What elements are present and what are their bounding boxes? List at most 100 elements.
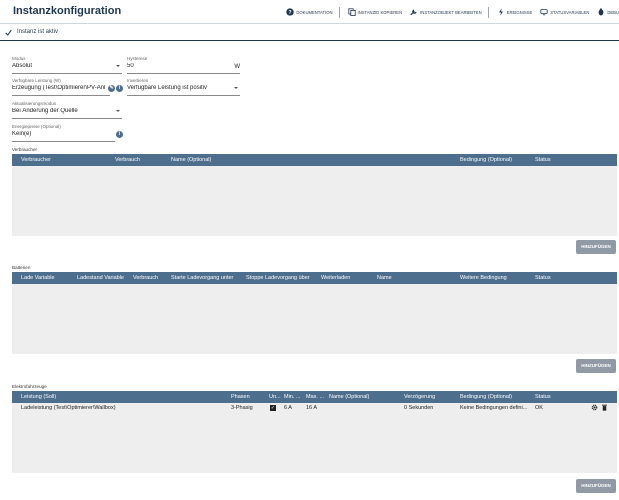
documentation-button[interactable]: ? DOKUMENTATION — [286, 8, 333, 16]
invertieren-value: Verfügbare Leistung ist positiv — [127, 85, 208, 91]
modus-label: Modus — [12, 56, 26, 61]
aktualisierungsmodus-select[interactable]: Aktualisierungsmodus Bei Änderung der Qu… — [12, 101, 122, 119]
svg-text:?: ? — [289, 10, 292, 16]
column-header[interactable]: Name (Optional) — [329, 394, 369, 400]
hysterese-value: 50 — [127, 63, 134, 69]
gear-icon[interactable] — [591, 404, 598, 411]
column-header[interactable]: Status — [535, 394, 551, 400]
info-icon[interactable]: i — [116, 85, 123, 92]
column-header[interactable]: Verzögerung — [404, 394, 435, 400]
column-header[interactable]: Status — [535, 157, 551, 163]
column-header[interactable]: Bedingung (Optional) — [460, 394, 512, 400]
row-checkbox[interactable]: ✓ — [270, 405, 276, 411]
table-row[interactable]: Ladeleistung (Test\Optimierer\Wallbox) 3… — [12, 403, 617, 415]
invertieren-select[interactable]: Invertieren Verfügbare Leistung ist posi… — [127, 78, 240, 96]
column-header[interactable]: Status — [535, 275, 551, 281]
table-header: Leistung (Soll) Phasen Un... Min. ... Ma… — [12, 391, 617, 403]
column-header[interactable]: Verbraucher — [21, 157, 51, 163]
add-batterie-button[interactable]: HINZUFÜGEN — [576, 359, 616, 373]
column-header[interactable]: Name — [377, 275, 392, 281]
events-label: EREIGNISSE — [506, 9, 533, 15]
field-underline — [127, 95, 240, 96]
edit-instance-object-button[interactable]: INSTANZOBJEKT BEARBEITEN — [410, 8, 482, 16]
column-header[interactable]: Bedingung (Optional) — [460, 157, 512, 163]
chevron-down-icon — [116, 65, 120, 67]
row-verzoegerung: 0 Sekunden — [404, 405, 434, 411]
verbraucher-section-title: Verbraucher — [12, 147, 38, 152]
copy-icon — [347, 8, 356, 16]
toolbar-divider — [338, 6, 340, 18]
toolbar: ? DOKUMENTATION INSTANZID KOPIEREN INSTA… — [278, 6, 619, 18]
debug-label: DEBU — [607, 9, 619, 15]
row-phasen: 3-Phasig — [231, 405, 253, 411]
table-header: Verbraucher Verbrauch Name (Optional) Be… — [12, 154, 617, 166]
documentation-label: DOKUMENTATION — [296, 9, 333, 15]
table-header: Lade Variable Ladestand Variable Verbrau… — [12, 272, 617, 284]
header-bar: Instanzkonfiguration ? DOKUMENTATION INS… — [0, 0, 619, 24]
column-header[interactable]: Name (Optional) — [171, 157, 211, 163]
row-leistung: Ladeleistung (Test\Optimierer\Wallbox) — [21, 405, 116, 411]
column-header[interactable]: Ladestand Variable — [77, 275, 124, 281]
page-title: Instanzkonfiguration — [13, 5, 122, 17]
column-header[interactable]: Leistung (Soll) — [21, 394, 56, 400]
column-header[interactable]: Max. ... — [306, 394, 326, 400]
field-underline — [12, 118, 122, 119]
wrench-icon — [410, 9, 417, 16]
leistung-label: Verfügbare Leistung (W) — [12, 78, 61, 83]
add-verbraucher-button[interactable]: HINZUFÜGEN — [576, 240, 616, 254]
bug-icon — [598, 8, 604, 16]
hysterese-input[interactable]: Hysterese 50 W — [127, 56, 240, 74]
debug-button[interactable]: DEBU — [597, 8, 619, 16]
column-header[interactable]: Weitere Bedingung — [460, 275, 507, 281]
add-elektrofahrzeug-button[interactable]: HINZUFÜGEN — [576, 479, 616, 493]
modus-select[interactable]: Modus Absolut — [12, 56, 122, 74]
status-variables-button[interactable]: STATUSVARIABLEN — [540, 8, 589, 16]
aktualisierungsmodus-value: Bei Änderung der Quelle — [12, 108, 78, 114]
energiepreise-value: Kein(e) — [12, 131, 32, 137]
edit-variable-icon[interactable]: ✎ — [108, 85, 115, 92]
copy-instance-id-button[interactable]: INSTANZID KOPIEREN — [347, 8, 403, 16]
help-circle-icon: ? — [286, 8, 295, 16]
field-underline — [127, 73, 240, 74]
column-header[interactable]: Starte Ladevorgang unter — [171, 275, 243, 281]
row-min: 6 A — [284, 405, 292, 411]
events-button[interactable]: EREIGNISSE — [497, 8, 533, 16]
monitor-icon — [540, 9, 548, 16]
column-header[interactable]: Verbrauch — [115, 157, 140, 163]
trash-icon[interactable] — [601, 404, 608, 411]
batterien-table: Lade Variable Ladestand Variable Verbrau… — [12, 272, 617, 354]
column-header[interactable]: Min. ... — [284, 394, 304, 400]
field-underline — [12, 95, 110, 96]
column-header[interactable]: Verbrauch — [133, 275, 158, 281]
instance-active-toggle[interactable]: Instanz ist aktiv — [0, 24, 619, 41]
leistung-value: Erzeugung (Test\Optimierer\PV-Anl — [12, 85, 106, 91]
edit-instance-object-label: INSTANZOBJEKT BEARBEITEN — [420, 9, 482, 15]
hysterese-unit: W — [234, 64, 240, 70]
batterien-section-title: Batterien — [12, 265, 31, 270]
checkmark-icon — [5, 29, 12, 36]
row-bedingung: Keine Bedingungen defini... — [460, 405, 528, 411]
copy-instance-id-label: INSTANZID KOPIEREN — [357, 9, 403, 15]
column-header[interactable]: Weiterladen — [321, 275, 350, 281]
modus-value: Absolut — [12, 63, 33, 69]
invertieren-label: Invertieren — [127, 78, 149, 83]
elektrofahrzeuge-table: Leistung (Soll) Phasen Un... Min. ... Ma… — [12, 391, 617, 473]
energiepreise-select[interactable]: Energiepreise (Optional) Kein(e) — [12, 124, 115, 142]
leistung-select[interactable]: Verfügbare Leistung (W) Erzeugung (Test\… — [12, 78, 110, 96]
toolbar-divider — [487, 6, 489, 18]
lightning-icon — [498, 8, 503, 16]
chevron-down-icon — [234, 87, 238, 89]
column-header[interactable]: Phasen — [231, 394, 250, 400]
field-underline — [12, 141, 115, 142]
chevron-down-icon — [116, 110, 120, 112]
aktualisierungsmodus-label: Aktualisierungsmodus — [12, 101, 57, 106]
column-header[interactable]: Un... — [269, 394, 283, 400]
column-header[interactable]: Lade Variable — [21, 275, 55, 281]
verbraucher-table: Verbraucher Verbrauch Name (Optional) Be… — [12, 154, 617, 236]
info-icon[interactable]: i — [116, 131, 123, 138]
column-header[interactable]: Stoppe Ladevorgang über — [246, 275, 318, 281]
field-underline — [12, 73, 122, 74]
energiepreise-label: Energiepreise (Optional) — [12, 124, 61, 129]
row-max: 16 A — [306, 405, 318, 411]
instance-active-label: Instanz ist aktiv — [17, 29, 59, 35]
